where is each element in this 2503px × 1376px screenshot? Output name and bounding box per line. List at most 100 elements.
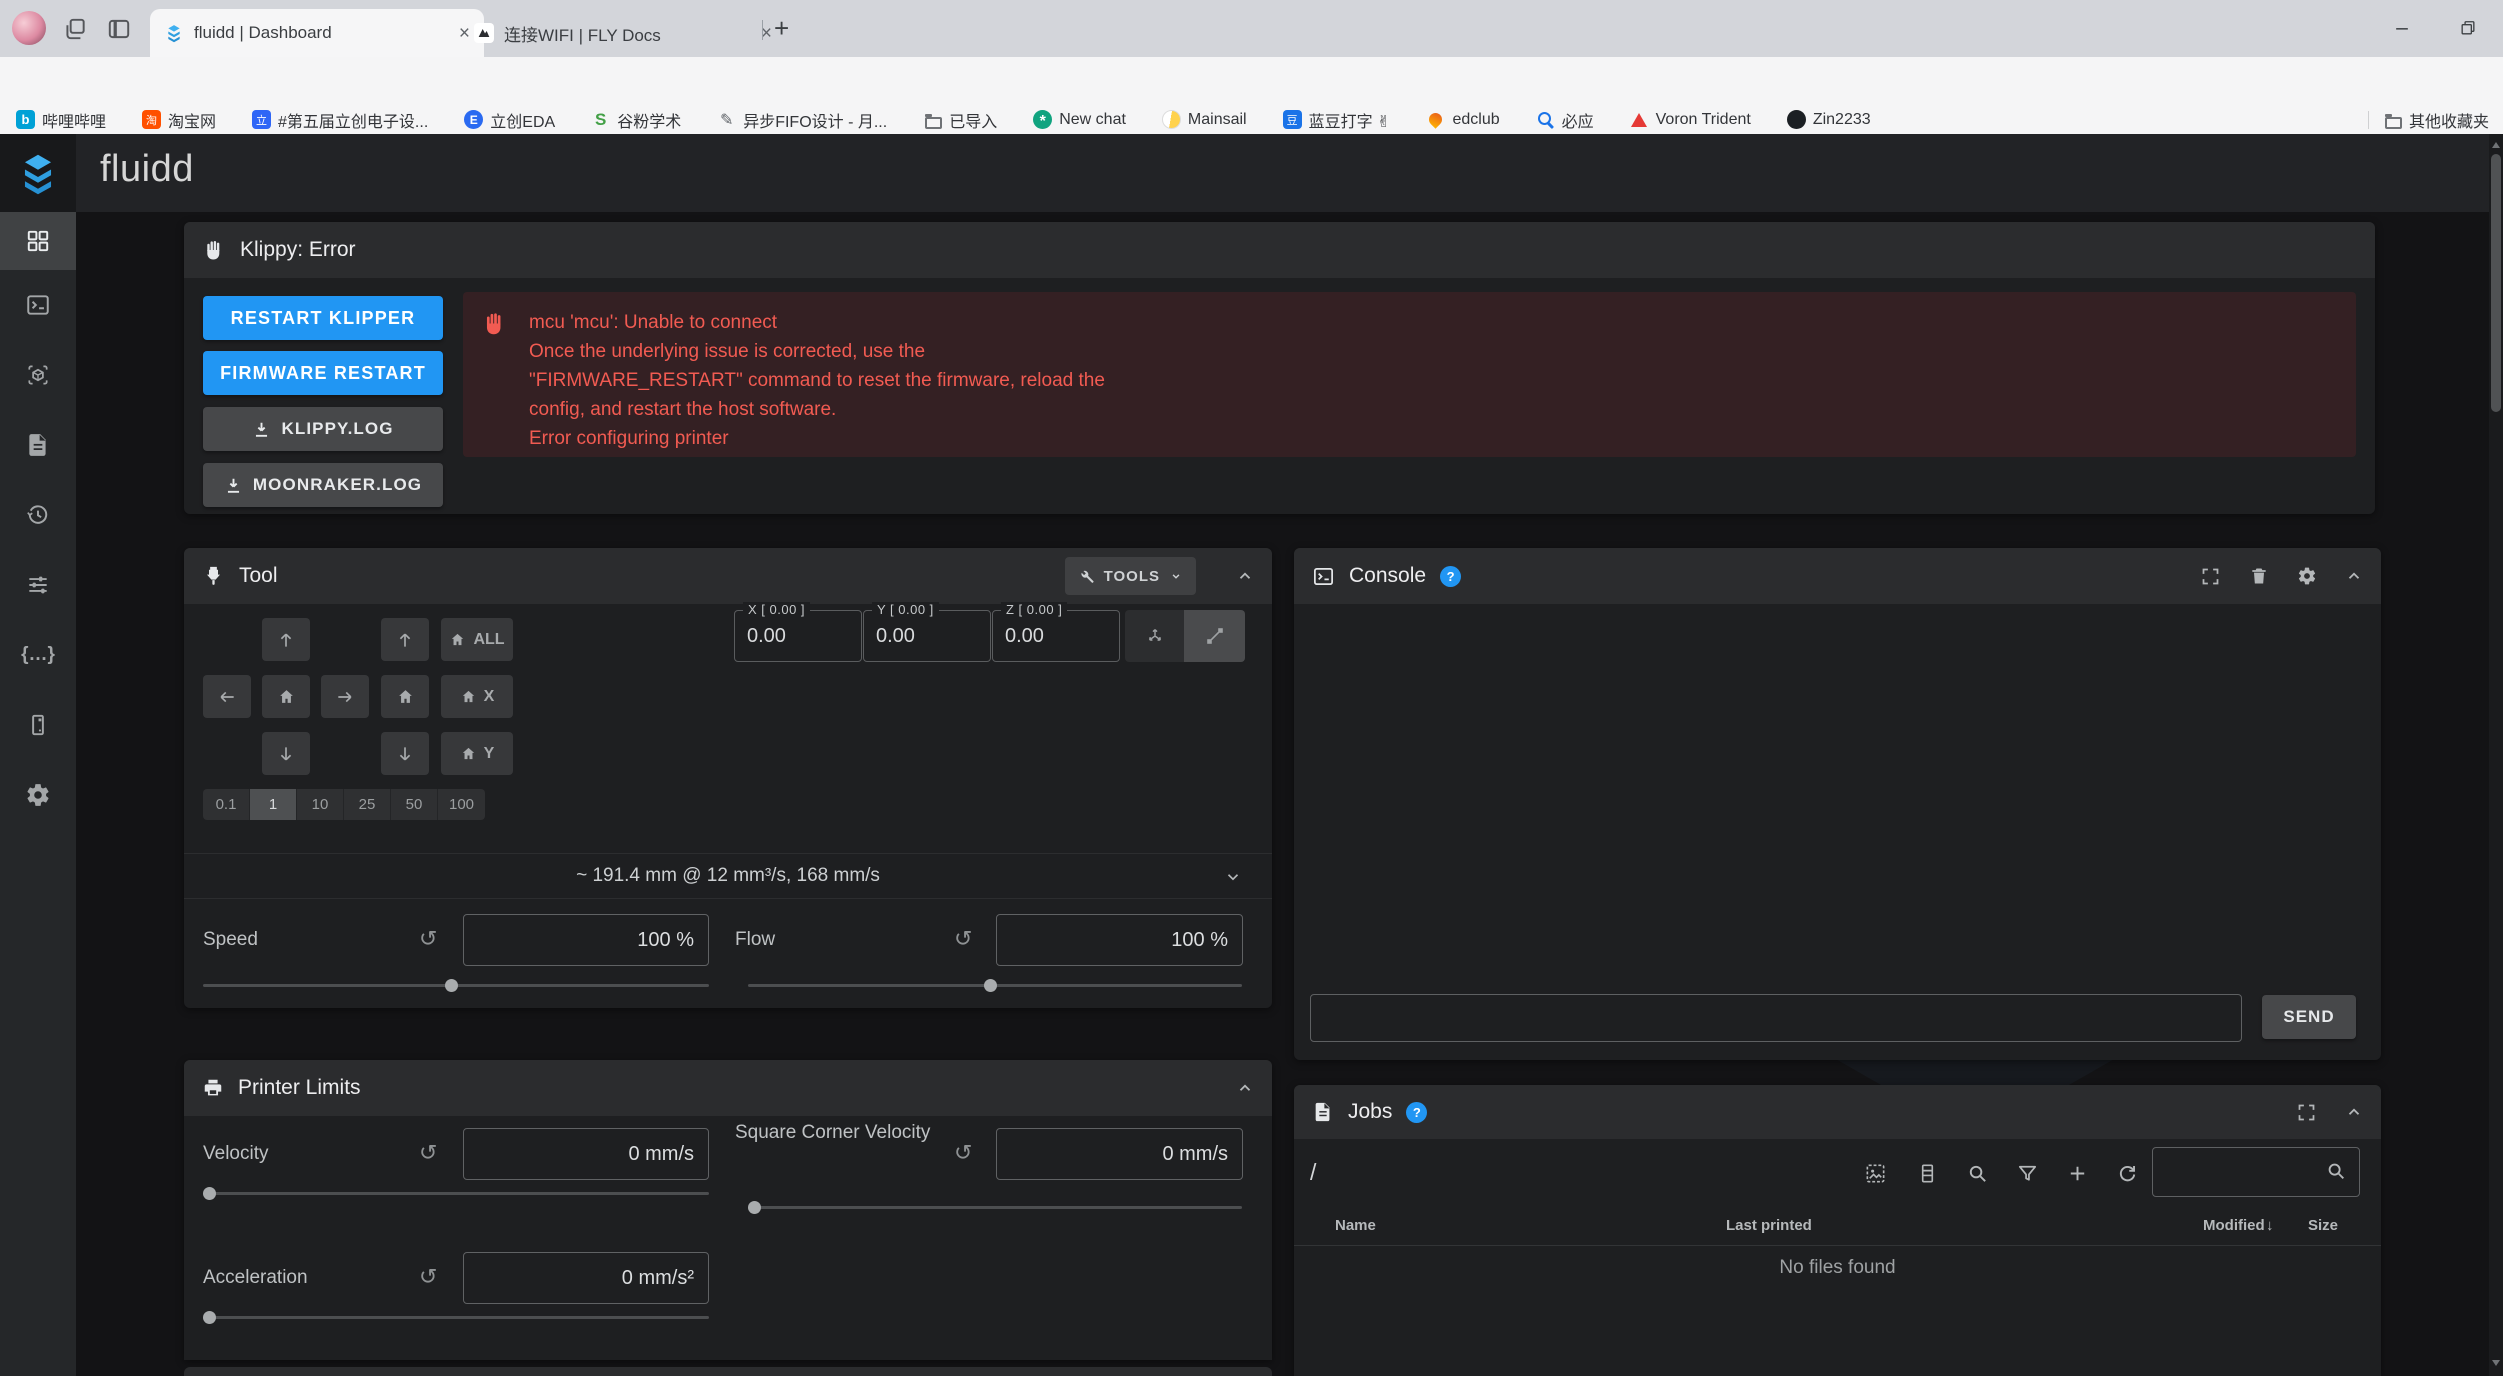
- bookmark-fifo-article[interactable]: 异步FIFO设计 - 月...: [717, 108, 887, 132]
- send-button[interactable]: SEND: [2262, 995, 2356, 1039]
- flow-slider-thumb[interactable]: [984, 979, 997, 992]
- jog-step-1[interactable]: 1: [250, 789, 297, 820]
- velocity-input[interactable]: 0 mm/s: [463, 1128, 709, 1180]
- jog-step-10[interactable]: 10: [297, 789, 344, 820]
- other-favorites-folder[interactable]: 其他收藏夹: [2383, 108, 2489, 132]
- fluidd-logo[interactable]: [0, 134, 76, 212]
- jog-y-minus-button[interactable]: [262, 732, 310, 775]
- sidebar-item-history[interactable]: [0, 480, 76, 550]
- row-density-icon[interactable]: [1916, 1162, 1939, 1185]
- bookmark-lceda-contest[interactable]: #第五届立创电子设...: [252, 108, 428, 132]
- sidebar-item-configuration[interactable]: {…}: [0, 620, 76, 690]
- console-settings-gear-icon[interactable]: [2297, 566, 2317, 586]
- home-all-button[interactable]: ALL: [441, 618, 513, 661]
- firmware-restart-button[interactable]: FIRMWARE RESTART: [203, 351, 443, 395]
- expand-extruder-icon[interactable]: [1224, 868, 1242, 886]
- home-z-button[interactable]: [381, 675, 429, 718]
- window-minimize-icon[interactable]: [2392, 18, 2412, 38]
- absolute-positioning-toggle[interactable]: [1125, 610, 1184, 662]
- collapse-panel-icon[interactable]: [2345, 1103, 2363, 1121]
- sidebar-item-tune[interactable]: [0, 550, 76, 620]
- workspaces-icon[interactable]: [62, 16, 88, 42]
- jobs-search-input[interactable]: [2152, 1147, 2360, 1197]
- sidebar-item-jobs[interactable]: [0, 410, 76, 480]
- flow-reset-icon[interactable]: ↺: [954, 928, 972, 950]
- acceleration-reset-icon[interactable]: ↺: [419, 1266, 437, 1288]
- speed-reset-icon[interactable]: ↺: [419, 928, 437, 950]
- column-size[interactable]: Size: [2308, 1217, 2338, 1234]
- console-help-badge[interactable]: ?: [1440, 566, 1461, 587]
- column-last-printed[interactable]: Last printed: [1726, 1217, 1812, 1234]
- add-icon[interactable]: [2066, 1162, 2089, 1185]
- bookmark-chatgpt[interactable]: New chat: [1033, 110, 1126, 129]
- moonraker-log-button[interactable]: MOONRAKER.LOG: [203, 463, 443, 507]
- fullscreen-icon[interactable]: [2296, 1102, 2317, 1123]
- bookmark-landou[interactable]: 蓝豆打字 ✌: [1283, 108, 1391, 132]
- extruder-summary-row[interactable]: ~ 191.4 mm @ 12 mm³/s, 168 mm/s: [184, 853, 1272, 899]
- column-modified[interactable]: Modified: [2203, 1217, 2265, 1234]
- home-y-button[interactable]: Y: [441, 732, 513, 775]
- bookmark-github[interactable]: Zin2233: [1787, 110, 1871, 129]
- jog-step-0.1[interactable]: 0.1: [203, 789, 250, 820]
- flow-slider[interactable]: [748, 979, 1242, 992]
- jog-z-minus-button[interactable]: [381, 732, 429, 775]
- tab-actions-icon[interactable]: [106, 16, 132, 42]
- acceleration-input[interactable]: 0 mm/s²: [463, 1252, 709, 1304]
- bookmark-gufen[interactable]: 谷粉学术: [591, 108, 681, 132]
- scrollbar-thumb[interactable]: [2491, 154, 2501, 412]
- fullscreen-icon[interactable]: [2200, 566, 2221, 587]
- new-tab-button[interactable]: +: [774, 13, 789, 44]
- flow-input[interactable]: 100 %: [996, 914, 1243, 966]
- bookmark-imported-folder[interactable]: 已导入: [923, 108, 997, 132]
- scv-input[interactable]: 0 mm/s: [996, 1128, 1243, 1180]
- sidebar-item-gcode-preview[interactable]: [0, 340, 76, 410]
- relative-positioning-toggle[interactable]: [1184, 610, 1245, 662]
- browser-tab-fluidd[interactable]: fluidd | Dashboard ×: [150, 9, 484, 57]
- filter-icon[interactable]: [2016, 1162, 2039, 1185]
- velocity-slider[interactable]: [203, 1187, 709, 1200]
- jog-x-plus-button[interactable]: [321, 675, 369, 718]
- trash-icon[interactable]: [2249, 566, 2269, 586]
- page-scrollbar[interactable]: [2489, 134, 2503, 1376]
- jog-z-plus-button[interactable]: [381, 618, 429, 661]
- klippy-log-button[interactable]: KLIPPY.LOG: [203, 407, 443, 451]
- position-z-field[interactable]: Z [ 0.00 ] 0.00: [992, 610, 1120, 662]
- jobs-help-badge[interactable]: ?: [1406, 1102, 1427, 1123]
- sidebar-item-console[interactable]: [0, 270, 76, 340]
- bookmark-voron[interactable]: Voron Trident: [1630, 110, 1751, 129]
- scrollbar-down-arrow[interactable]: [2492, 1360, 2500, 1366]
- sidebar-item-system[interactable]: [0, 690, 76, 760]
- bookmark-bing[interactable]: 必应: [1536, 108, 1594, 132]
- tools-dropdown-button[interactable]: TOOLS: [1065, 557, 1196, 595]
- jog-x-minus-button[interactable]: [203, 675, 251, 718]
- sidebar-item-dashboard[interactable]: [0, 212, 76, 270]
- collapse-panel-icon[interactable]: [1236, 1079, 1254, 1097]
- browser-profile-avatar[interactable]: [12, 11, 46, 45]
- window-restore-icon[interactable]: [2458, 18, 2478, 38]
- position-y-field[interactable]: Y [ 0.00 ] 0.00: [863, 610, 991, 662]
- acceleration-slider[interactable]: [203, 1311, 709, 1324]
- home-xy-button[interactable]: [262, 675, 310, 718]
- collapse-panel-icon[interactable]: [1236, 567, 1254, 585]
- scv-reset-icon[interactable]: ↺: [954, 1142, 972, 1164]
- jog-step-50[interactable]: 50: [391, 789, 438, 820]
- browser-tab-fly-docs[interactable]: 连接WIFI | FLY Docs ×: [460, 9, 786, 57]
- thumbnails-toggle-icon[interactable]: [1864, 1162, 1887, 1185]
- scv-slider[interactable]: [748, 1201, 1242, 1214]
- position-x-field[interactable]: X [ 0.00 ] 0.00: [734, 610, 862, 662]
- search-icon[interactable]: [1966, 1162, 1989, 1185]
- sort-desc-icon[interactable]: ↓: [2266, 1217, 2274, 1234]
- bookmark-edclub[interactable]: edclub: [1426, 110, 1499, 129]
- jog-step-25[interactable]: 25: [344, 789, 391, 820]
- scv-slider-thumb[interactable]: [748, 1201, 761, 1214]
- restart-klipper-button[interactable]: RESTART KLIPPER: [203, 296, 443, 340]
- speed-slider-thumb[interactable]: [445, 979, 458, 992]
- console-input[interactable]: [1310, 994, 2242, 1042]
- bookmark-mainsail[interactable]: Mainsail: [1162, 110, 1247, 129]
- bookmark-taobao[interactable]: 淘宝网: [142, 108, 216, 132]
- jog-step-100[interactable]: 100: [438, 789, 485, 820]
- sidebar-item-settings[interactable]: [0, 760, 76, 830]
- speed-slider[interactable]: [203, 979, 709, 992]
- column-name[interactable]: Name: [1335, 1217, 1376, 1234]
- scrollbar-up-arrow[interactable]: [2492, 142, 2500, 148]
